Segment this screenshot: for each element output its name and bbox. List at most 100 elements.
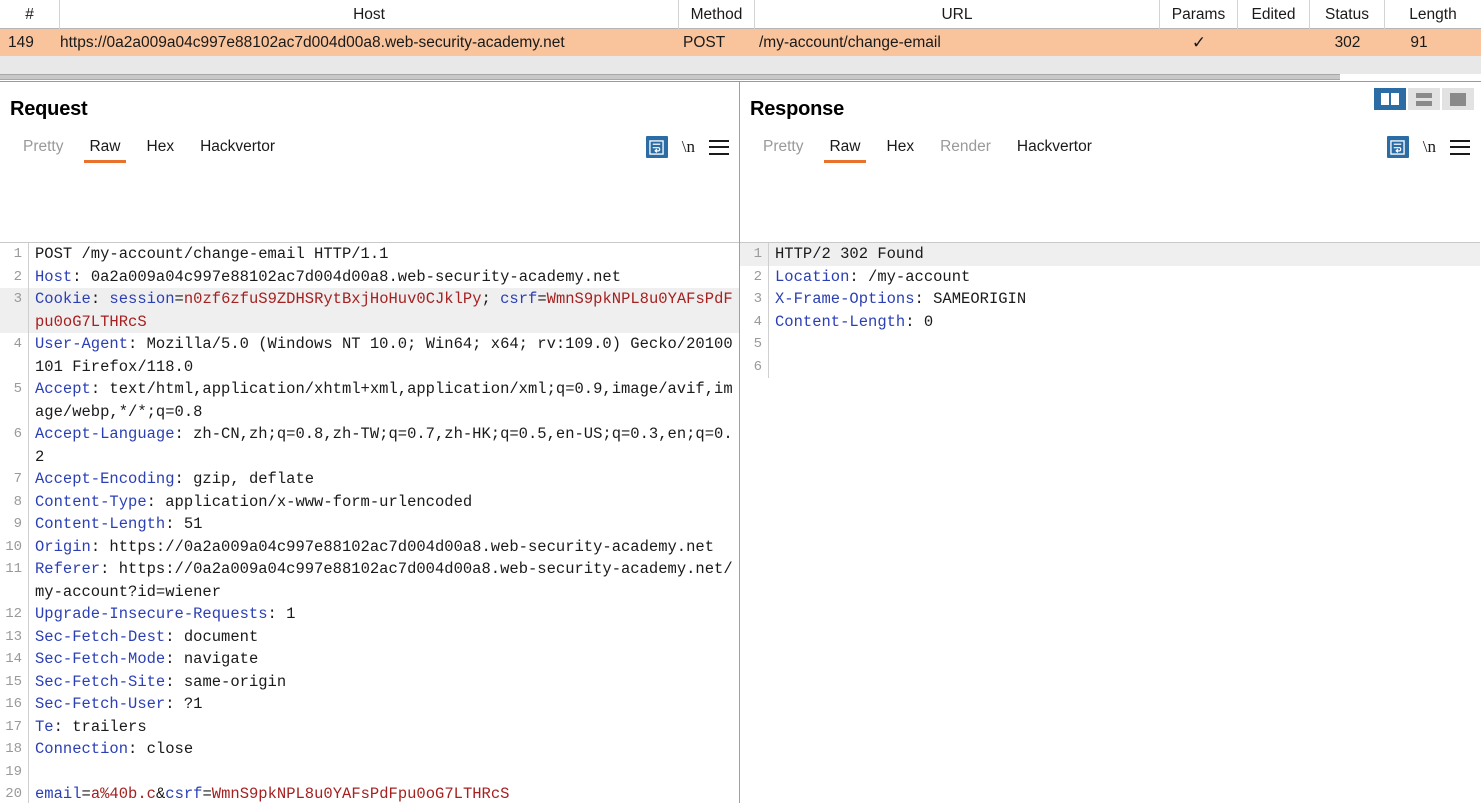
code-token: : trailers	[53, 717, 147, 736]
tab-response-hex[interactable]: Hex	[874, 138, 928, 163]
request-code-area[interactable]: 1 POST /my-account/change-email HTTP/1.1 2…	[0, 242, 739, 803]
stacked-bars-glyph	[1416, 92, 1432, 106]
line-number: 5	[753, 336, 762, 352]
word-wrap-icon[interactable]	[1386, 136, 1409, 158]
tab-response-render[interactable]: Render	[927, 138, 1004, 163]
code-token: Content-Length	[35, 515, 166, 533]
code-text: Host: 0a2a009a04c997e88102ac7d004d00a8.w…	[29, 266, 739, 289]
code-text: Sec-Fetch-Site: same-origin	[29, 671, 739, 694]
line-number: 3	[753, 291, 762, 307]
table-horizontal-scrollbar[interactable]	[0, 74, 1481, 80]
code-line: 7 Accept-Encoding: gzip, deflate	[0, 468, 739, 491]
layout-toggle-group	[1374, 88, 1474, 110]
column-header-edited[interactable]: Edited	[1238, 0, 1310, 29]
tab-request-raw[interactable]: Raw	[76, 138, 133, 163]
code-token: HTTP/2 302 Found	[775, 245, 924, 263]
column-header-number[interactable]: #	[0, 0, 60, 29]
horizontal-split-layout-button[interactable]	[1408, 88, 1440, 110]
code-line: 20 email=a%40b.c&csrf=WmnS9pkNPL8u0YAFsPd…	[0, 783, 739, 803]
code-token: ;	[481, 290, 501, 308]
code-line: 3 X-Frame-Options: SAMEORIGIN	[740, 288, 1480, 311]
code-line: 2 Host: 0a2a009a04c997e88102ac7d004d00a8.…	[0, 265, 739, 289]
code-token: Accept-Language	[35, 425, 175, 443]
column-header-status[interactable]: Status	[1310, 0, 1385, 29]
code-text: Sec-Fetch-User: ?1	[29, 693, 739, 716]
tab-response-pretty[interactable]: Pretty	[750, 138, 816, 163]
line-number: 15	[5, 673, 22, 690]
code-token: :	[90, 290, 110, 308]
code-token: User-Agent	[35, 335, 129, 353]
code-token: =	[537, 290, 547, 308]
code-text: Accept-Language: zh-CN,zh;q=0.8,zh-TW;q=…	[29, 423, 739, 468]
code-token: : application/x-www-form-urlencoded	[146, 492, 473, 511]
code-text: HTTP/2 302 Found	[769, 243, 1480, 266]
code-token: : 1	[267, 605, 296, 623]
code-line: 11 Referer: https://0a2a009a04c997e88102a…	[0, 558, 739, 603]
code-line: 6 Accept-Language: zh-CN,zh;q=0.8,zh-TW;q…	[0, 423, 739, 468]
code-token: &	[155, 785, 166, 803]
response-pane: Response Pretty Raw Hex Render Hackverto…	[740, 82, 1480, 803]
tab-request-pretty[interactable]: Pretty	[10, 138, 76, 163]
code-text: Referer: https://0a2a009a04c997e88102ac7…	[29, 558, 739, 603]
hamburger-menu-icon[interactable]	[709, 139, 729, 155]
response-code-area[interactable]: 1 HTTP/2 302 Found 2 Location: /my-account 3…	[740, 242, 1480, 803]
tab-response-raw[interactable]: Raw	[816, 138, 873, 163]
code-line: 8 Content-Type: application/x-www-form-ur…	[0, 490, 739, 513]
request-pane: Request Pretty Raw Hex Hackvertor \n 1 P…	[0, 82, 740, 803]
code-token: Referer	[35, 560, 101, 578]
single-pane-layout-button[interactable]	[1442, 88, 1474, 110]
code-token: =	[174, 290, 184, 308]
code-token: session	[109, 290, 175, 308]
code-token: X-Frame-Options	[775, 290, 915, 308]
split-pane-glyph-left	[1381, 93, 1389, 105]
newline-toggle[interactable]: \n	[1423, 137, 1436, 157]
newline-toggle[interactable]: \n	[682, 137, 695, 157]
line-number: 6	[753, 358, 762, 375]
code-token: a%40b.c	[90, 785, 156, 803]
column-header-params[interactable]: Params	[1160, 0, 1238, 29]
tab-request-hex[interactable]: Hex	[134, 138, 188, 163]
tab-response-hackvertor[interactable]: Hackvertor	[1004, 138, 1105, 163]
scrollbar-thumb[interactable]	[0, 74, 1340, 80]
code-token: Connection	[35, 740, 129, 758]
code-text: email=a%40b.c&csrf=WmnS9pkNPL8u0YAFsPdFp…	[29, 783, 739, 803]
column-header-url[interactable]: URL	[755, 0, 1160, 29]
line-number: 13	[5, 628, 22, 645]
code-line: 18 Connection: close	[0, 738, 739, 761]
code-token: Upgrade-Insecure-Requests	[35, 605, 268, 623]
code-token: Accept-Encoding	[35, 470, 175, 488]
cell-url: /my-account/change-email	[759, 33, 941, 51]
code-line: 1 HTTP/2 302 Found	[740, 243, 1480, 266]
line-number: 17	[5, 718, 22, 735]
word-wrap-icon[interactable]	[645, 136, 668, 158]
burp-proxy-window: # Host Method URL Params Edited Status L…	[0, 0, 1481, 803]
code-token: =	[81, 785, 91, 803]
code-line: 17 Te: trailers	[0, 715, 739, 738]
line-number: 10	[5, 538, 22, 555]
column-header-host[interactable]: Host	[60, 0, 679, 29]
split-pane-glyph-right	[1391, 93, 1399, 105]
code-token: : 0a2a009a04c997e88102ac7d004d00a8.web-s…	[72, 267, 622, 286]
line-number: 18	[5, 741, 22, 757]
code-text: Cookie: session=n0zf6zfuS9ZDHSRytBxjHoHu…	[29, 288, 739, 333]
table-row[interactable]: 149 https://0a2a009a04c997e88102ac7d004d…	[0, 29, 1481, 56]
response-tab-tools: \n	[1386, 136, 1470, 158]
code-token: : text/html,application/xhtml+xml,applic…	[35, 380, 733, 421]
table-empty-area	[0, 56, 1481, 74]
line-number: 20	[5, 786, 22, 802]
column-header-method[interactable]: Method	[679, 0, 755, 29]
hamburger-menu-icon[interactable]	[1450, 139, 1470, 155]
code-token: : same-origin	[165, 672, 287, 691]
code-token: WmnS9pkNPL8u0YAFsPdFpu0oG7LTHRcS	[211, 785, 510, 803]
vertical-split-layout-button[interactable]	[1374, 88, 1406, 110]
request-tab-tools: \n	[645, 136, 729, 158]
column-header-length[interactable]: Length	[1385, 0, 1481, 29]
code-line: 5	[740, 333, 1480, 356]
response-tabs: Pretty Raw Hex Render Hackvertor \n	[740, 127, 1480, 163]
tab-request-hackvertor[interactable]: Hackvertor	[187, 138, 288, 163]
line-number: 1	[753, 246, 762, 262]
http-history-table: # Host Method URL Params Edited Status L…	[0, 0, 1481, 82]
code-line: 19	[0, 760, 739, 783]
code-token: : 51	[165, 515, 203, 533]
code-token: Location	[775, 267, 850, 286]
